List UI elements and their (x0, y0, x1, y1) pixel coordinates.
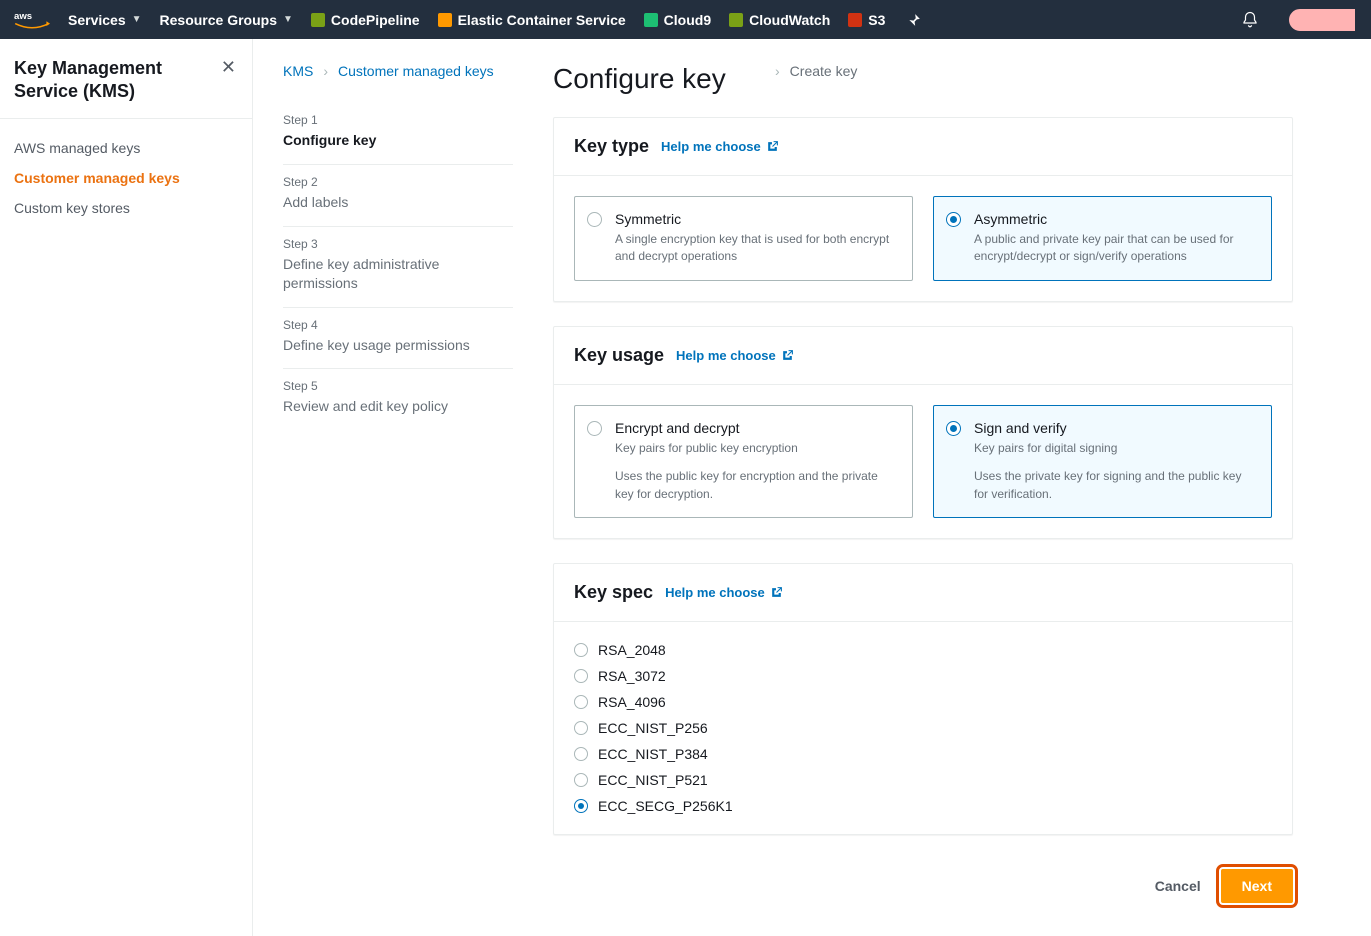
panel-key-type: Key type Help me choose SymmetricA singl… (553, 117, 1293, 302)
keytype-asymmetric[interactable]: AsymmetricA public and private key pair … (933, 196, 1272, 281)
service-icon (311, 13, 325, 27)
pin-codepipeline[interactable]: CodePipeline (311, 12, 420, 28)
pin-elastic-container-service[interactable]: Elastic Container Service (438, 12, 626, 28)
external-link-icon (770, 586, 783, 599)
pin-cloud9[interactable]: Cloud9 (644, 12, 711, 28)
help-key-type[interactable]: Help me choose (661, 139, 779, 154)
service-icon (644, 13, 658, 27)
resource-groups-menu[interactable]: Resource Groups ▼ (160, 12, 293, 28)
radio-icon (574, 643, 588, 657)
sidebar: Key Management Service (KMS) ✕ AWS manag… (0, 39, 253, 936)
wizard-steps: Step 1Configure keyStep 2Add labelsStep … (283, 103, 513, 430)
wizard-step[interactable]: Step 4Define key usage permissions (283, 308, 513, 370)
keyspec-rsa_2048[interactable]: RSA_2048 (574, 642, 1272, 658)
top-nav: aws Services ▼ Resource Groups ▼ CodePip… (0, 0, 1371, 39)
external-link-icon (766, 140, 779, 153)
aws-logo[interactable]: aws (14, 9, 50, 31)
page-title: Configure key (553, 63, 1293, 95)
services-label: Services (68, 12, 126, 28)
pin-icon[interactable] (907, 13, 921, 27)
keyusage-encrypt-and-decrypt[interactable]: Encrypt and decryptKey pairs for public … (574, 405, 913, 518)
radio-icon (574, 721, 588, 735)
help-key-spec[interactable]: Help me choose (665, 585, 783, 600)
panel-key-usage: Key usage Help me choose Encrypt and dec… (553, 326, 1293, 539)
wizard-step[interactable]: Step 5Review and edit key policy (283, 369, 513, 430)
cancel-button[interactable]: Cancel (1149, 870, 1207, 902)
keyspec-rsa_3072[interactable]: RSA_3072 (574, 668, 1272, 684)
service-icon (729, 13, 743, 27)
keytype-symmetric[interactable]: SymmetricA single encryption key that is… (574, 196, 913, 281)
radio-icon (946, 212, 961, 227)
wizard-step[interactable]: Step 3Define key administrative permissi… (283, 227, 513, 308)
resource-groups-label: Resource Groups (160, 12, 277, 28)
help-key-usage[interactable]: Help me choose (676, 348, 794, 363)
radio-icon (574, 669, 588, 683)
radio-icon (574, 799, 588, 813)
bell-icon[interactable] (1241, 11, 1259, 29)
chevron-right-icon: › (775, 63, 780, 79)
service-icon (438, 13, 452, 27)
external-link-icon (781, 349, 794, 362)
radio-icon (587, 421, 602, 436)
wizard-step[interactable]: Step 1Configure key (283, 103, 513, 165)
radio-icon (587, 212, 602, 227)
keyspec-ecc_secg_p256k1[interactable]: ECC_SECG_P256K1 (574, 798, 1272, 814)
chevron-down-icon: ▼ (132, 14, 142, 25)
keyusage-sign-and-verify[interactable]: Sign and verifyKey pairs for digital sig… (933, 405, 1272, 518)
key-spec-heading: Key spec (574, 582, 653, 603)
sidebar-item-customer-managed-keys[interactable]: Customer managed keys (0, 163, 252, 193)
key-usage-heading: Key usage (574, 345, 664, 366)
keyspec-ecc_nist_p256[interactable]: ECC_NIST_P256 (574, 720, 1272, 736)
chevron-down-icon: ▼ (283, 14, 293, 25)
wizard-actions: Cancel Next (553, 859, 1293, 903)
radio-icon (574, 695, 588, 709)
services-menu[interactable]: Services ▼ (68, 12, 142, 28)
sidebar-title: Key Management Service (KMS) (14, 57, 221, 102)
service-icon (848, 13, 862, 27)
pin-cloudwatch[interactable]: CloudWatch (729, 12, 830, 28)
radio-icon (946, 421, 961, 436)
next-button[interactable]: Next (1221, 869, 1293, 903)
sidebar-item-custom-key-stores[interactable]: Custom key stores (0, 193, 252, 223)
svg-text:aws: aws (14, 10, 32, 21)
chevron-right-icon: › (323, 63, 328, 79)
breadcrumb-kms[interactable]: KMS (283, 63, 313, 79)
radio-icon (574, 747, 588, 761)
radio-icon (574, 773, 588, 787)
wizard-step[interactable]: Step 2Add labels (283, 165, 513, 227)
search-input[interactable] (1287, 7, 1357, 33)
keyspec-rsa_4096[interactable]: RSA_4096 (574, 694, 1272, 710)
breadcrumb-cmk[interactable]: Customer managed keys (338, 63, 494, 79)
pin-s3[interactable]: S3 (848, 12, 885, 28)
pinned-services: CodePipeline Elastic Container Service Clo… (311, 12, 885, 28)
panel-key-spec: Key spec Help me choose RSA_2048 RSA_3072… (553, 563, 1293, 835)
breadcrumb: KMS › Customer managed keys (283, 63, 513, 79)
keyspec-ecc_nist_p521[interactable]: ECC_NIST_P521 (574, 772, 1272, 788)
close-icon[interactable]: ✕ (221, 57, 236, 78)
sidebar-item-aws-managed-keys[interactable]: AWS managed keys (0, 133, 252, 163)
key-type-heading: Key type (574, 136, 649, 157)
sidebar-nav: AWS managed keysCustomer managed keysCus… (0, 119, 252, 237)
breadcrumb-current: › Create key (775, 63, 857, 79)
keyspec-ecc_nist_p384[interactable]: ECC_NIST_P384 (574, 746, 1272, 762)
